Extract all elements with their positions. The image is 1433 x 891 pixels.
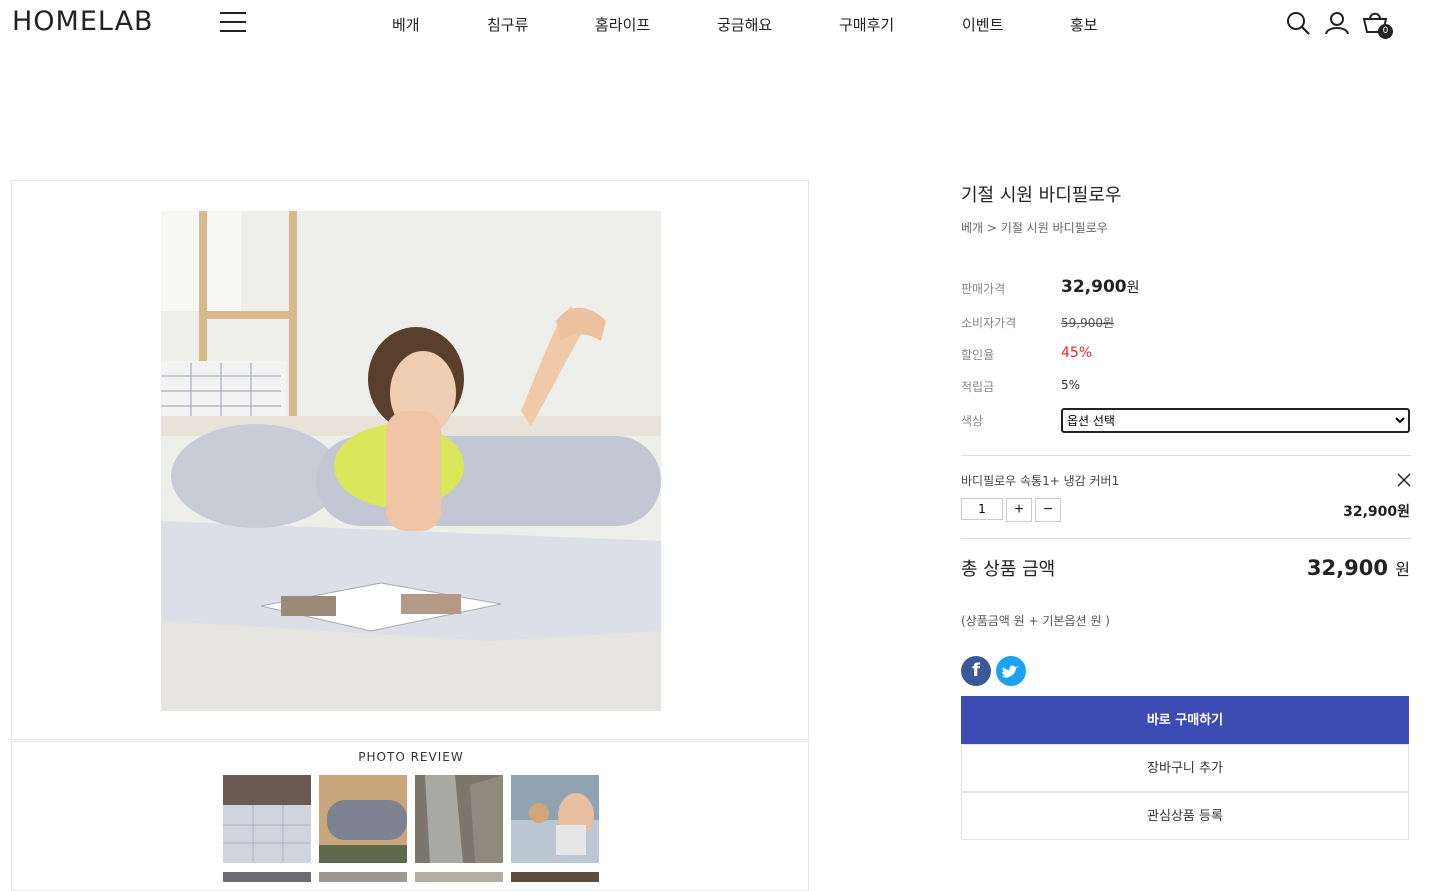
quantity-decrease-button[interactable]: − bbox=[1035, 498, 1061, 522]
divider bbox=[961, 455, 1411, 456]
color-option-select[interactable]: 옵션 선택 bbox=[1061, 408, 1410, 433]
search-icon[interactable] bbox=[1285, 10, 1311, 36]
points-label: 적립금 bbox=[961, 380, 995, 394]
total-price-value: 32,900 bbox=[1306, 556, 1388, 580]
nav-item-homelife[interactable]: 홈라이프 bbox=[595, 14, 650, 35]
nav-item-pillow[interactable]: 베개 bbox=[392, 14, 420, 35]
review-thumbnail[interactable] bbox=[223, 872, 311, 882]
review-thumbnail[interactable] bbox=[415, 872, 503, 882]
breadcrumb-current: 기절 시원 바디필로우 bbox=[1000, 221, 1108, 235]
breadcrumb-category-link[interactable]: 베개 bbox=[961, 221, 983, 235]
nav-item-faq[interactable]: 궁금해요 bbox=[717, 14, 772, 35]
nav-item-bedding[interactable]: 침구류 bbox=[487, 14, 528, 35]
quantity-increase-button[interactable]: + bbox=[1006, 498, 1032, 522]
add-to-cart-button[interactable]: 장바구니 추가 bbox=[961, 744, 1409, 792]
discount-rate: 45% bbox=[1061, 345, 1093, 361]
photo-review-title: PHOTO REVIEW bbox=[358, 750, 464, 764]
total-price-unit: 원 bbox=[1395, 560, 1410, 579]
consumer-price: 59,900원 bbox=[1061, 316, 1115, 330]
sale-price-unit: 원 bbox=[1126, 280, 1140, 296]
review-thumbnail[interactable] bbox=[511, 775, 599, 863]
total-price: 32,900 원 bbox=[1250, 556, 1410, 580]
buy-now-button[interactable]: 바로 구매하기 bbox=[961, 696, 1409, 744]
price-breakdown-note: (상품금액 원 + 기본옵션 원 ) bbox=[961, 614, 1110, 628]
nav-item-events[interactable]: 이벤트 bbox=[962, 14, 1003, 35]
user-icon[interactable] bbox=[1324, 10, 1350, 36]
menu-icon[interactable] bbox=[220, 12, 246, 34]
consumer-price-label: 소비자가격 bbox=[961, 316, 1017, 330]
close-icon[interactable] bbox=[1396, 472, 1412, 488]
discount-label: 할인율 bbox=[961, 348, 995, 362]
color-label: 색상 bbox=[961, 414, 984, 428]
cart-count-badge: 0 bbox=[1378, 24, 1393, 39]
site-logo[interactable]: HOMELAB bbox=[12, 6, 154, 37]
review-thumbnail[interactable] bbox=[223, 775, 311, 863]
sale-price-label: 판매가격 bbox=[961, 282, 1006, 296]
breadcrumb-separator: > bbox=[983, 221, 1001, 235]
selected-option-name: 바디필로우 속통1+ 냉감 커버1 bbox=[961, 474, 1120, 488]
main-nav: 베개 침구류 홈라이프 궁금해요 구매후기 이벤트 홍보 bbox=[360, 14, 1120, 38]
review-thumbnail[interactable] bbox=[319, 775, 407, 863]
divider bbox=[961, 538, 1411, 539]
product-main-image[interactable] bbox=[161, 211, 661, 711]
points-value: 5% bbox=[1061, 378, 1081, 392]
twitter-share-icon[interactable] bbox=[996, 656, 1026, 686]
breadcrumb: 베개 > 기절 시원 바디필로우 bbox=[961, 219, 1108, 236]
selected-option-price: 32,900원 bbox=[1343, 504, 1410, 520]
sale-price-value: 32,900 bbox=[1061, 277, 1127, 297]
review-thumbnail[interactable] bbox=[511, 872, 599, 882]
quantity-input[interactable] bbox=[961, 498, 1003, 520]
review-thumbnail[interactable] bbox=[319, 872, 407, 882]
total-price-label: 총 상품 금액 bbox=[961, 559, 1056, 580]
product-title: 기절 시원 바디필로우 bbox=[961, 185, 1122, 206]
add-to-wishlist-button[interactable]: 관심상품 등록 bbox=[961, 792, 1409, 840]
nav-item-promo[interactable]: 홍보 bbox=[1070, 14, 1098, 35]
sale-price: 32,900원 bbox=[1061, 277, 1140, 297]
facebook-share-icon[interactable]: f bbox=[961, 656, 991, 686]
review-thumbnail[interactable] bbox=[415, 775, 503, 863]
nav-item-reviews[interactable]: 구매후기 bbox=[839, 14, 894, 35]
